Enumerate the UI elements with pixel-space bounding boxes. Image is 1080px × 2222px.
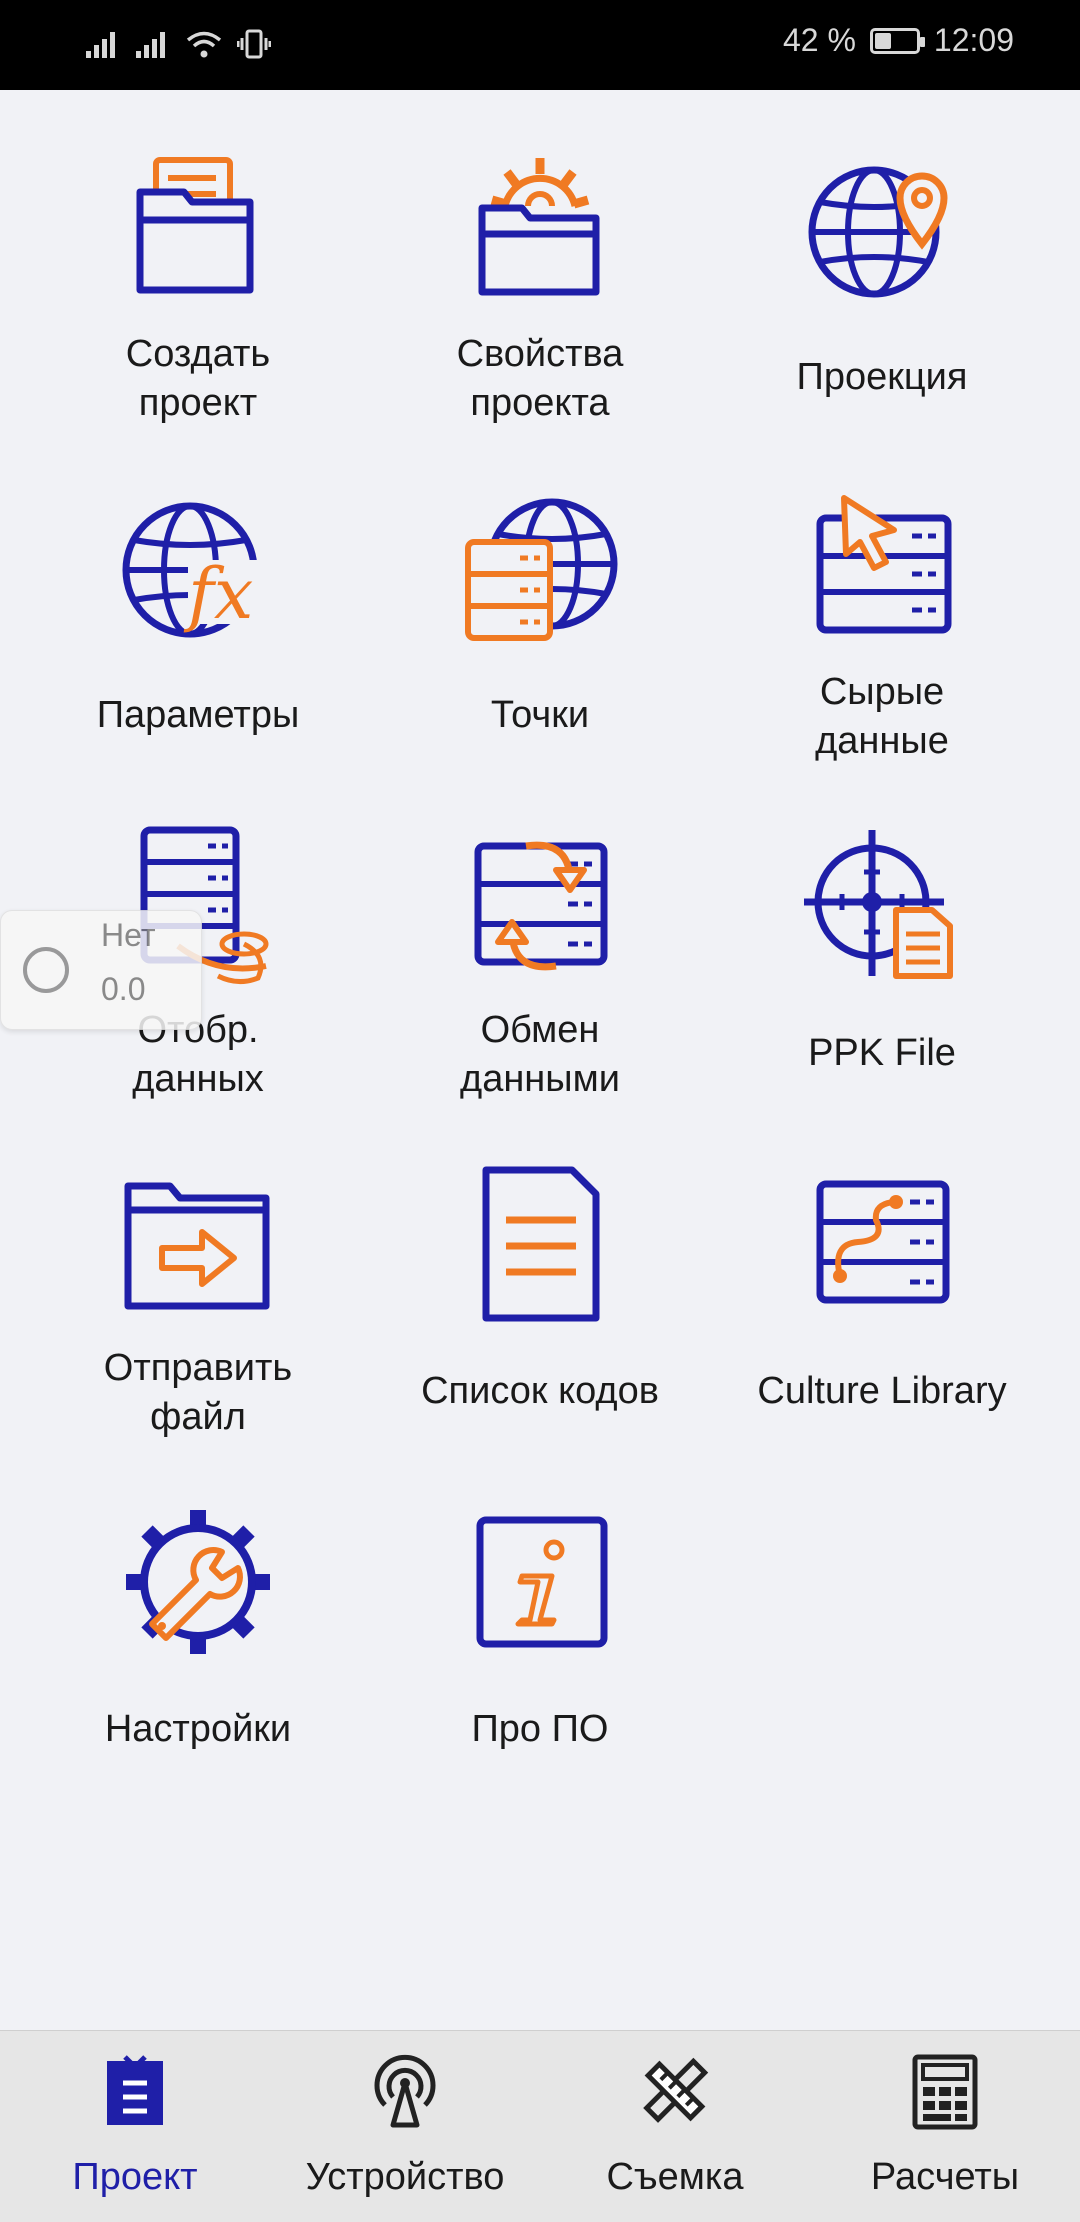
battery-percent: 42 % [782, 22, 856, 58]
code-list-icon [482, 1166, 600, 1322]
clipboard-icon [107, 2055, 163, 2125]
tile-ppk-file[interactable]: PPK File [712, 766, 1052, 1096]
tile-label: Проекция [796, 356, 968, 398]
crosshair-document-icon [804, 830, 953, 979]
tile-label: Свойства проекта [456, 333, 624, 424]
tile-label: Про ПО [471, 1708, 609, 1750]
tab-project[interactable]: Проект [0, 2031, 270, 2222]
tab-device[interactable]: Устройство [270, 2031, 540, 2222]
overlay-value: 0.0 [101, 971, 146, 1007]
tab-label: Расчеты [870, 2156, 1020, 2198]
folder-gear-icon [478, 158, 600, 296]
globe-pin-icon [808, 166, 948, 298]
calculator-icon [912, 2054, 978, 2130]
tile-label: Отправить файл [103, 1347, 293, 1438]
folder-send-icon [124, 1182, 270, 1310]
globe-database-icon [465, 498, 618, 641]
radio-button[interactable] [23, 947, 69, 993]
tile-label: Список кодов [421, 1370, 659, 1412]
signal-icon [86, 32, 115, 58]
svg-text:fx: fx [183, 553, 253, 635]
tile-label: Создать проект [125, 333, 271, 424]
status-icons [85, 28, 271, 60]
tile-label: PPK File [808, 1032, 956, 1074]
vibrate-icon [237, 29, 271, 59]
database-exchange-icon [474, 841, 608, 971]
tile-send-file[interactable]: Отправить файл [28, 1104, 368, 1438]
antenna-icon [374, 2054, 436, 2128]
pencil-ruler-icon [643, 2057, 709, 2123]
tile-label: Обмен данными [460, 1009, 620, 1100]
tile-label: Настройки [104, 1708, 292, 1750]
info-icon [476, 1516, 608, 1648]
battery-icon [869, 27, 925, 54]
tile-parameters[interactable]: fx Параметры [28, 428, 368, 758]
tile-label: Сырые данные [815, 671, 949, 762]
tab-label: Съемка [606, 2156, 744, 2198]
database-cursor-icon [816, 495, 952, 634]
clock: 12:09 [933, 22, 1014, 58]
folder-document-icon [136, 157, 254, 294]
tile-label: Параметры [96, 694, 300, 736]
tile-code-list[interactable]: Список кодов [370, 1104, 710, 1434]
tab-survey[interactable]: Съемка [540, 2031, 810, 2222]
floating-status-widget[interactable]: Нет 0.0 [0, 910, 202, 1030]
database-route-icon [816, 1180, 950, 1304]
tab-calculations[interactable]: Расчеты [810, 2031, 1080, 2222]
globe-fx-icon: fx [122, 502, 274, 638]
overlay-status-label: Нет [101, 917, 156, 953]
tile-project-properties[interactable]: Свойства проекта [370, 90, 710, 424]
status-bar: 42 % 12:09 [0, 0, 1080, 90]
bottom-tab-bar: Проект Устройство Съемка Расчеты [0, 2030, 1080, 2222]
tile-data-exchange[interactable]: Обмен данными [370, 766, 710, 1100]
gear-wrench-icon [126, 1510, 270, 1654]
tile-label: Culture Library [757, 1370, 1007, 1412]
tab-label: Устройство [305, 2156, 505, 2198]
tile-create-project[interactable]: Создать проект [28, 90, 368, 424]
tile-culture-library[interactable]: Culture Library [712, 1104, 1052, 1434]
tile-label: Точки [490, 694, 590, 736]
tab-label: Проект [72, 2156, 198, 2198]
tile-projection[interactable]: Проекция [712, 90, 1052, 420]
tile-raw-data[interactable]: Сырые данные [712, 428, 1052, 762]
signal-icon [136, 32, 165, 58]
tile-points[interactable]: Точки [370, 428, 710, 758]
tile-about[interactable]: Про ПО [370, 1442, 710, 1772]
wifi-icon [186, 31, 222, 58]
tile-settings[interactable]: Настройки [28, 1442, 368, 1772]
